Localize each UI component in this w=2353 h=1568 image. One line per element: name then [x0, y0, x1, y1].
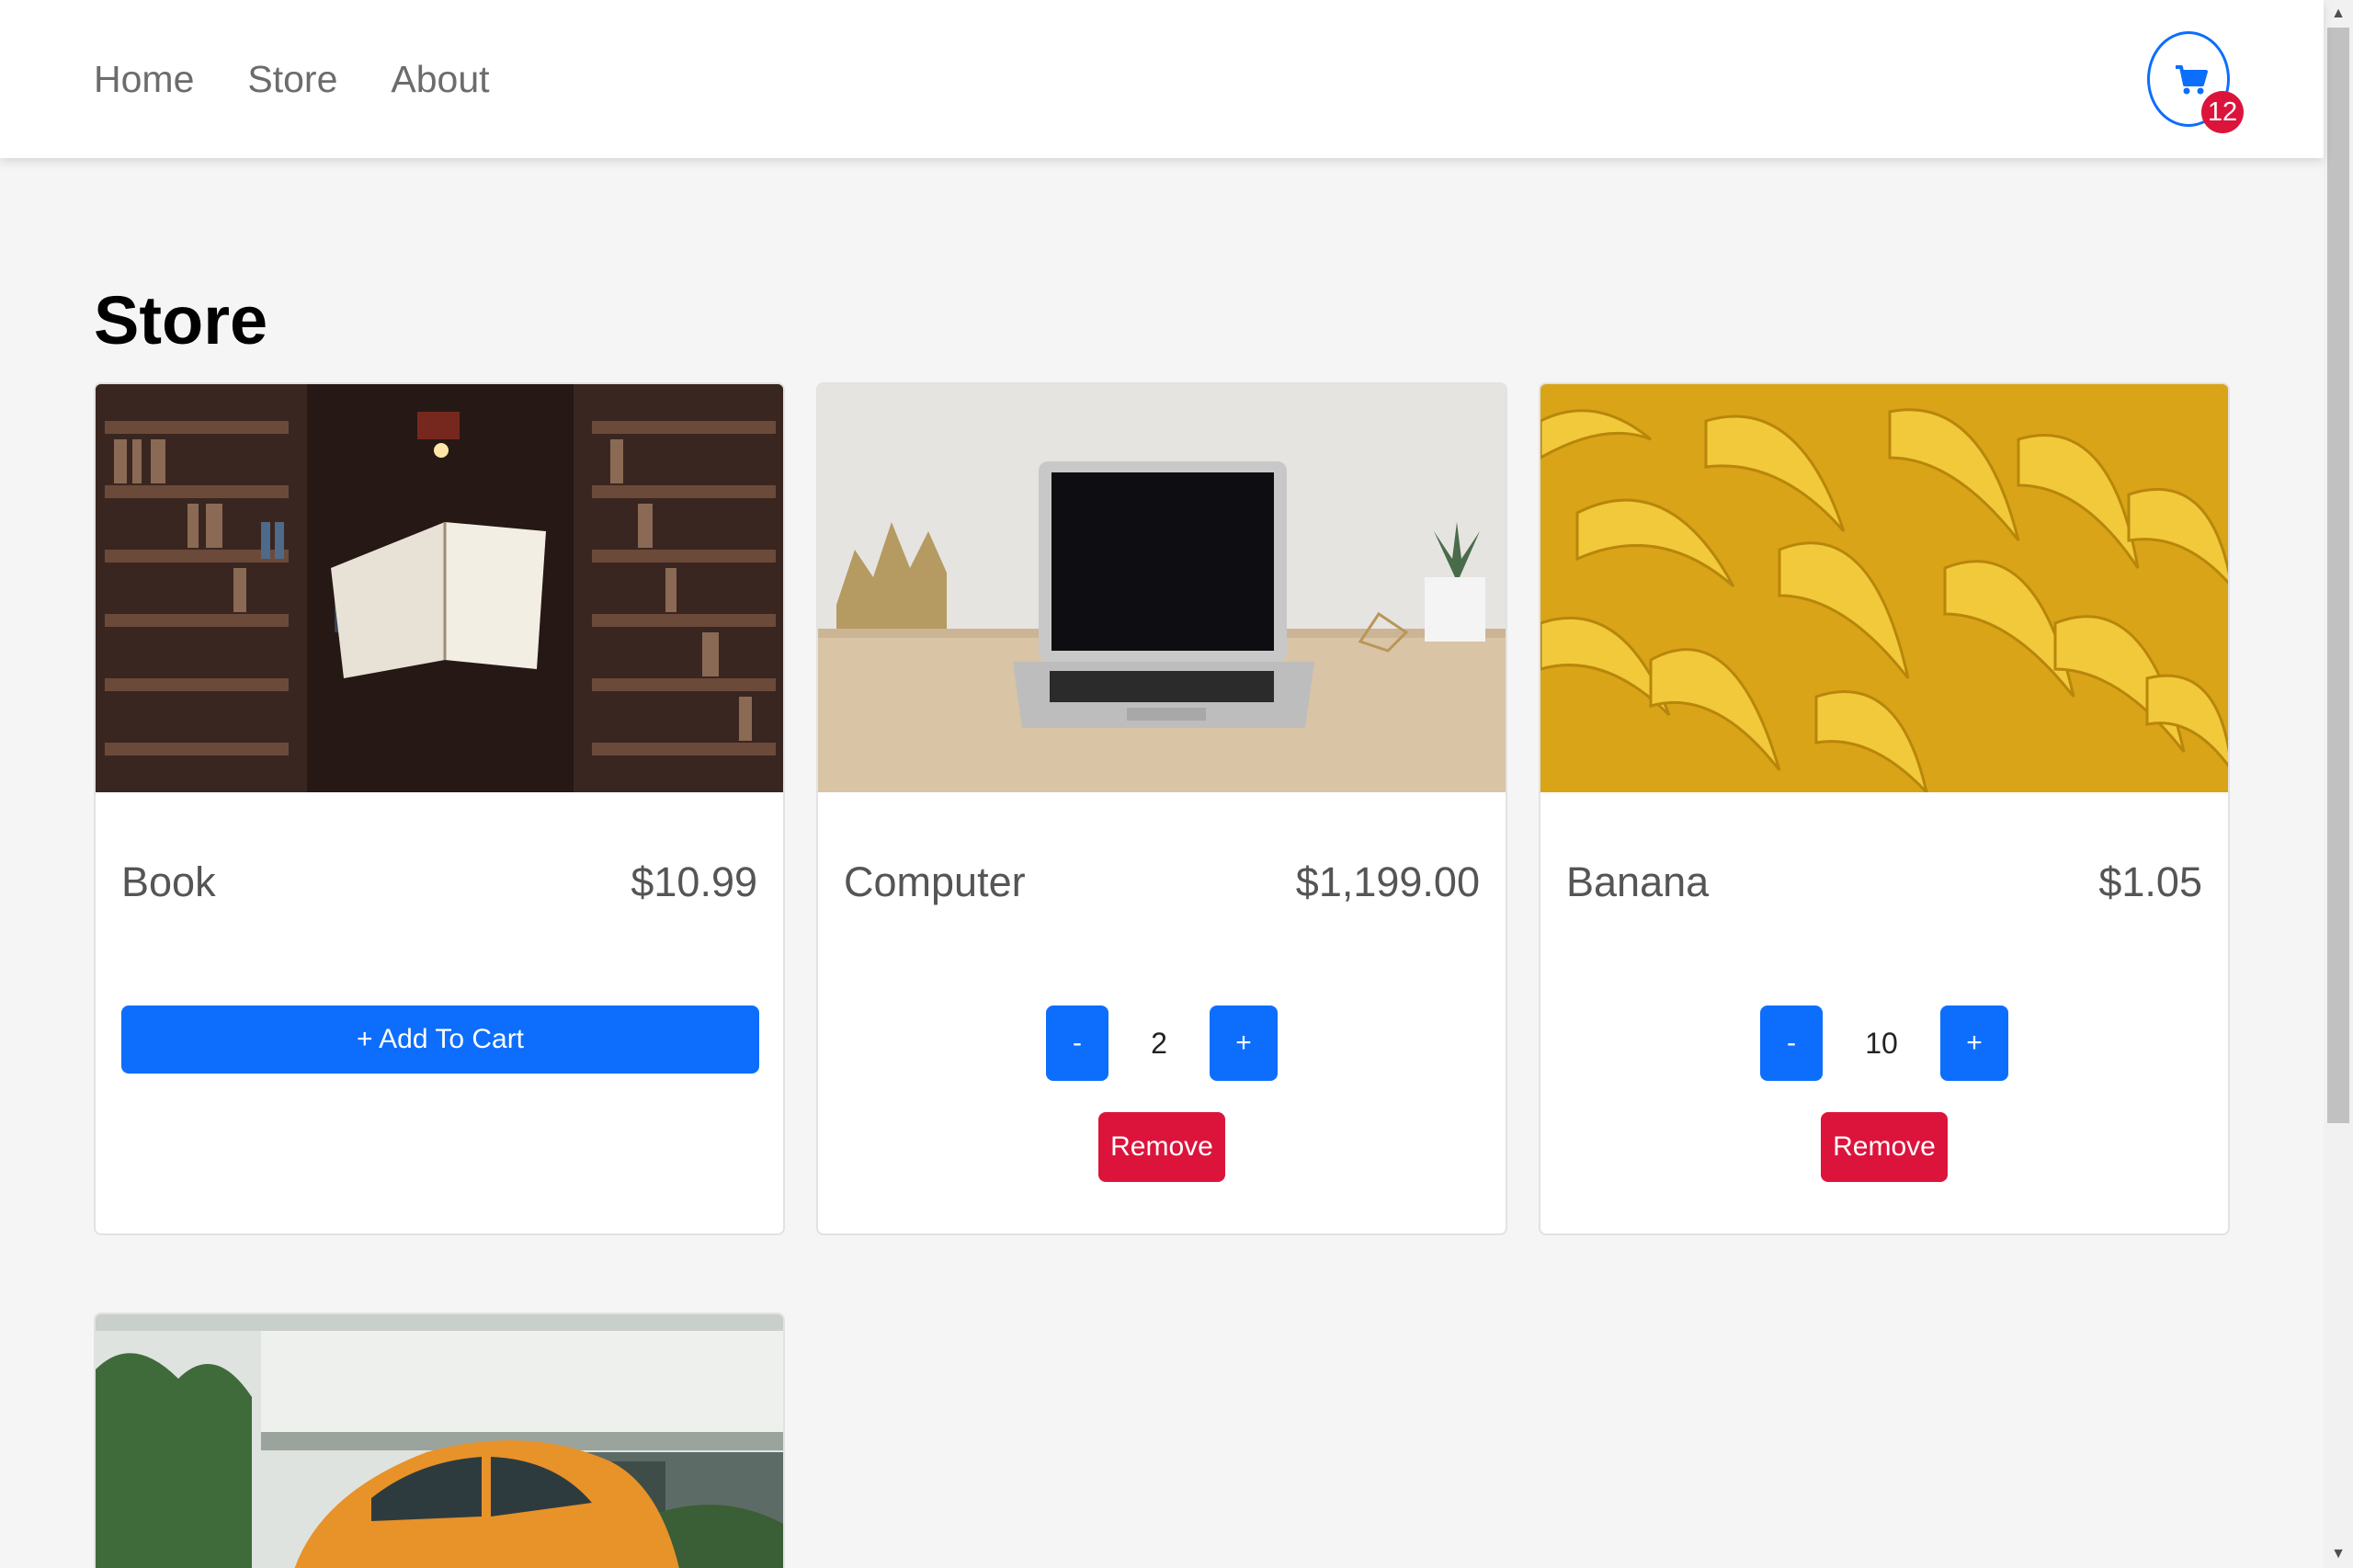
cart-count-badge: 12 — [2201, 91, 2244, 133]
cart-button[interactable]: 12 — [2147, 31, 2244, 133]
card-body: Book $10.99 + Add To Cart — [96, 792, 783, 1233]
product-image-banana — [1540, 384, 2228, 792]
product-price: $1,199.00 — [1295, 858, 1480, 905]
remove-button[interactable]: Remove — [1821, 1112, 1948, 1182]
product-image-book — [96, 384, 783, 792]
scrollbar[interactable]: ▲ ▼ — [2324, 0, 2353, 1568]
add-to-cart-button[interactable]: + Add To Cart — [121, 1006, 759, 1074]
increment-button[interactable]: + — [1940, 1006, 2008, 1081]
product-name: Banana — [1566, 858, 1710, 905]
decrement-button[interactable]: - — [1046, 1006, 1108, 1081]
scroll-down-arrow-icon[interactable]: ▼ — [2324, 1540, 2353, 1568]
card-body: Banana $1.05 - 10 + Remove — [1540, 792, 2228, 1233]
product-name: Book — [121, 858, 216, 905]
product-card-car — [94, 1312, 785, 1568]
quantity-stepper: - 10 + — [1540, 1006, 2228, 1081]
product-price: $10.99 — [631, 858, 757, 905]
nav-link-home[interactable]: Home — [94, 58, 194, 101]
decrement-button[interactable]: - — [1760, 1006, 1823, 1081]
scrollbar-thumb[interactable] — [2327, 28, 2349, 1123]
increment-button[interactable]: + — [1210, 1006, 1278, 1081]
nav-links: Home Store About — [94, 0, 543, 158]
product-card-computer: Computer $1,199.00 - 2 + Remove — [816, 382, 1507, 1235]
scroll-up-arrow-icon[interactable]: ▲ — [2324, 0, 2353, 28]
product-name: Computer — [844, 858, 1026, 905]
product-price: $1.05 — [2098, 858, 2202, 905]
remove-button[interactable]: Remove — [1098, 1112, 1225, 1182]
nav-link-store[interactable]: Store — [247, 58, 337, 101]
quantity-value: 2 — [1151, 1026, 1167, 1060]
card-body: Computer $1,199.00 - 2 + Remove — [818, 792, 1506, 1233]
page-title: Store — [94, 282, 268, 358]
shopping-cart-icon — [2176, 65, 2208, 95]
product-card-banana: Banana $1.05 - 10 + Remove — [1539, 382, 2230, 1235]
nav-link-about[interactable]: About — [391, 58, 489, 101]
navbar: Home Store About 12 — [0, 0, 2324, 158]
quantity-stepper: - 2 + — [818, 1006, 1506, 1081]
quantity-value: 10 — [1865, 1026, 1898, 1060]
product-image-car — [96, 1314, 783, 1568]
product-card-book: Book $10.99 + Add To Cart — [94, 382, 785, 1235]
product-image-computer — [818, 384, 1506, 792]
